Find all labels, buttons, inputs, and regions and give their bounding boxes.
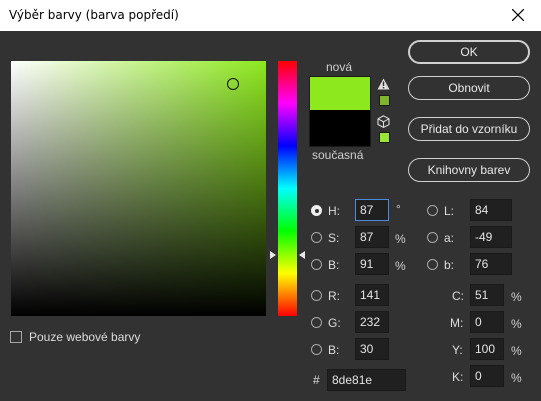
b-hsb-label: B: bbox=[328, 258, 340, 272]
b-lab-input[interactable]: 76 bbox=[470, 253, 512, 275]
y-input[interactable]: 100 bbox=[470, 338, 504, 360]
k-label: K: bbox=[452, 370, 464, 384]
close-button[interactable] bbox=[495, 0, 541, 31]
s-unit: % bbox=[395, 232, 406, 246]
web-only-label: Pouze webové barvy bbox=[29, 330, 141, 344]
cube-icon[interactable] bbox=[377, 115, 390, 128]
y-unit: % bbox=[511, 344, 522, 358]
b-rgb-label: B: bbox=[328, 343, 340, 357]
gamut-warning-swatch[interactable] bbox=[379, 95, 390, 106]
color-field[interactable] bbox=[11, 61, 266, 316]
web-safe-swatch[interactable] bbox=[379, 132, 390, 143]
hex-symbol: # bbox=[313, 373, 320, 387]
hue-slider-handle-right[interactable] bbox=[299, 251, 305, 259]
g-label: G: bbox=[328, 316, 341, 330]
color-field-picker[interactable] bbox=[227, 78, 239, 90]
l-label: L: bbox=[444, 204, 455, 218]
title-bar: Výběr barvy (barva popředí) bbox=[0, 0, 541, 31]
c-input[interactable]: 51 bbox=[470, 284, 504, 306]
b-rgb-input[interactable]: 30 bbox=[355, 338, 389, 360]
radio-r[interactable] bbox=[311, 290, 322, 301]
new-color-swatch bbox=[310, 77, 370, 110]
c-label: C: bbox=[452, 289, 464, 303]
radio-h[interactable] bbox=[311, 205, 322, 216]
b-hsb-input[interactable]: 91 bbox=[355, 253, 389, 275]
color-libraries-button[interactable]: Knihovny barev bbox=[408, 158, 530, 182]
a-label: a: bbox=[444, 231, 455, 245]
r-label: R: bbox=[328, 289, 340, 303]
hue-slider-handle-left[interactable] bbox=[270, 251, 276, 259]
new-color-label: nová bbox=[326, 60, 353, 74]
s-input[interactable]: 87 bbox=[355, 226, 389, 248]
m-unit: % bbox=[511, 317, 522, 331]
h-input[interactable]: 87 bbox=[355, 199, 389, 221]
web-only-checkbox[interactable] bbox=[10, 331, 22, 343]
radio-b-lab[interactable] bbox=[427, 259, 438, 270]
hex-input[interactable]: 8de81e bbox=[327, 369, 406, 391]
m-input[interactable]: 0 bbox=[470, 311, 504, 333]
close-icon bbox=[512, 9, 524, 21]
add-to-swatches-button[interactable]: Přidat do vzorníku bbox=[408, 117, 530, 141]
h-label: H: bbox=[328, 204, 340, 218]
k-unit: % bbox=[511, 371, 522, 385]
current-color-swatch[interactable] bbox=[310, 110, 370, 146]
hue-slider[interactable] bbox=[278, 61, 297, 316]
current-color-label: současná bbox=[312, 148, 364, 162]
r-input[interactable]: 141 bbox=[355, 284, 389, 306]
m-label: M: bbox=[450, 316, 464, 330]
a-input[interactable]: -49 bbox=[470, 226, 512, 248]
radio-a[interactable] bbox=[427, 232, 438, 243]
warning-triangle-icon[interactable] bbox=[377, 78, 390, 90]
s-label: S: bbox=[328, 231, 340, 245]
l-input[interactable]: 84 bbox=[470, 199, 512, 221]
radio-g[interactable] bbox=[311, 317, 322, 328]
radio-s[interactable] bbox=[311, 232, 322, 243]
c-unit: % bbox=[511, 290, 522, 304]
y-label: Y: bbox=[452, 343, 463, 357]
h-unit: ° bbox=[396, 202, 401, 216]
window-title: Výběr barvy (barva popředí) bbox=[9, 8, 179, 22]
b-lab-label: b: bbox=[444, 258, 455, 272]
ok-button[interactable]: OK bbox=[408, 40, 530, 64]
g-input[interactable]: 232 bbox=[355, 311, 389, 333]
radio-b-hsb[interactable] bbox=[311, 259, 322, 270]
radio-b-rgb[interactable] bbox=[311, 344, 322, 355]
k-input[interactable]: 0 bbox=[470, 365, 504, 387]
reset-button[interactable]: Obnovit bbox=[408, 76, 530, 100]
radio-l[interactable] bbox=[427, 205, 438, 216]
b-hsb-unit: % bbox=[395, 259, 406, 273]
